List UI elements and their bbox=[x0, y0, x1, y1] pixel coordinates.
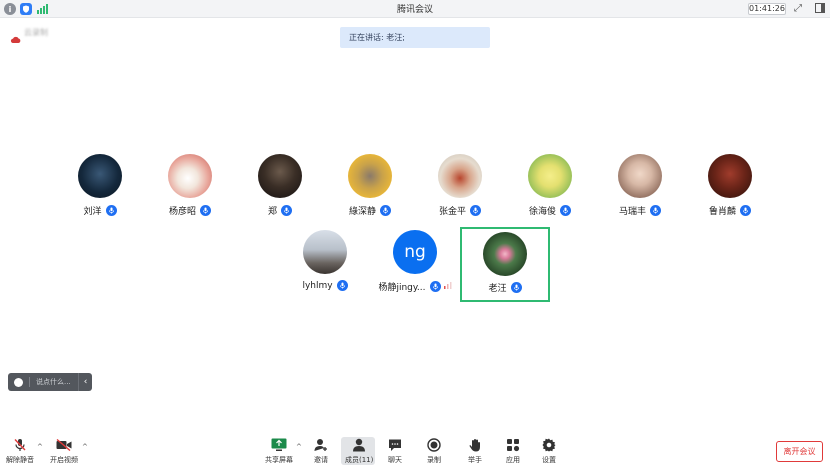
smile-icon[interactable] bbox=[14, 377, 23, 391]
avatar bbox=[348, 154, 392, 198]
volume-indicator-icon bbox=[443, 282, 452, 291]
participant-name: 刘洋 bbox=[83, 207, 102, 217]
participant-name: 杨静jingy... bbox=[378, 283, 426, 293]
participant-name: 杨彦昭 bbox=[168, 207, 196, 217]
participant-name: 綠深静 bbox=[348, 207, 376, 217]
record-icon bbox=[426, 437, 442, 453]
meeting-timer: 01:41:26 bbox=[748, 3, 786, 15]
mic-icon[interactable] bbox=[429, 281, 441, 292]
avatar bbox=[168, 154, 212, 198]
invite-button[interactable]: 邀请 bbox=[313, 437, 329, 465]
record-label: 录制 bbox=[427, 456, 441, 464]
settings-button[interactable]: 设置 bbox=[541, 437, 557, 465]
leave-meeting-button[interactable]: 离开会议 bbox=[776, 441, 823, 462]
participant-tile[interactable]: ng 杨静jingy... bbox=[370, 230, 460, 304]
apps-label: 应用 bbox=[506, 456, 520, 464]
avatar bbox=[483, 232, 527, 276]
start-video-label: 开启视频 bbox=[50, 456, 78, 464]
share-screen-icon bbox=[271, 437, 287, 453]
mic-muted-icon bbox=[12, 437, 28, 453]
participant-tile[interactable]: 杨彦昭 bbox=[145, 154, 235, 228]
mic-icon[interactable] bbox=[336, 280, 348, 291]
avatar bbox=[618, 154, 662, 198]
participant-tile[interactable]: 张金平 bbox=[415, 154, 505, 228]
apps-button[interactable]: 应用 bbox=[505, 437, 521, 465]
unmute-label: 解除静音 bbox=[6, 456, 34, 464]
speaking-indicator: 正在讲话: 老汪; bbox=[340, 27, 490, 48]
avatar bbox=[303, 230, 347, 274]
avatar bbox=[438, 154, 482, 198]
share-screen-label: 共享屏幕 bbox=[265, 456, 293, 464]
participant-name: 徐海俊 bbox=[528, 207, 556, 217]
avatar bbox=[708, 154, 752, 198]
participant-name: 郑 bbox=[267, 207, 277, 217]
divider bbox=[29, 377, 30, 387]
unmute-button[interactable]: 解除静音 bbox=[6, 437, 34, 465]
mic-icon[interactable] bbox=[650, 205, 661, 216]
video-off-icon bbox=[56, 437, 72, 453]
participant-tile[interactable]: 綠深静 bbox=[325, 154, 415, 228]
sidebar-toggle-icon[interactable] bbox=[814, 3, 826, 15]
avatar bbox=[258, 154, 302, 198]
record-button[interactable]: 录制 bbox=[426, 437, 442, 465]
participant-name: 老汪 bbox=[488, 284, 507, 294]
participant-tile[interactable]: lyhlmy bbox=[280, 230, 370, 304]
chat-label: 聊天 bbox=[388, 456, 402, 464]
recording-badge: 云录制 bbox=[10, 27, 48, 43]
raise-hand-icon bbox=[467, 437, 483, 453]
avatar bbox=[78, 154, 122, 198]
chat-icon bbox=[387, 437, 403, 453]
participant-tile[interactable]: 鲁肖麟 bbox=[685, 154, 775, 228]
participant-name: 鲁肖麟 bbox=[708, 207, 736, 217]
mic-icon[interactable] bbox=[105, 205, 117, 216]
avatar bbox=[528, 154, 572, 198]
recording-label: 云录制 bbox=[24, 28, 48, 37]
members-icon bbox=[351, 437, 367, 453]
mic-icon[interactable] bbox=[281, 205, 292, 216]
chat-input-placeholder[interactable]: 说点什么... bbox=[36, 377, 78, 387]
chevron-up-icon[interactable]: ^ bbox=[37, 443, 43, 451]
chevron-up-icon[interactable]: ^ bbox=[82, 443, 88, 451]
invite-label: 邀请 bbox=[314, 456, 328, 464]
chevron-left-icon[interactable]: ‹ bbox=[78, 373, 92, 391]
settings-icon bbox=[541, 437, 557, 453]
raise-hand-label: 举手 bbox=[468, 456, 482, 464]
settings-label: 设置 bbox=[542, 456, 556, 464]
share-screen-button[interactable]: 共享屏幕 bbox=[265, 437, 293, 465]
window-title: 腾讯会议 bbox=[396, 5, 433, 15]
avatar: ng bbox=[393, 230, 437, 274]
mic-icon[interactable] bbox=[510, 282, 522, 293]
start-video-button[interactable]: 开启视频 bbox=[50, 437, 78, 465]
chevron-up-icon[interactable]: ^ bbox=[296, 443, 302, 451]
mic-icon[interactable] bbox=[560, 205, 571, 216]
members-button[interactable]: 成员(11) bbox=[345, 437, 373, 465]
invite-icon bbox=[313, 437, 329, 453]
participant-name: 张金平 bbox=[438, 207, 466, 217]
participant-tile[interactable]: 马瑞丰 bbox=[595, 154, 685, 228]
participant-tile[interactable]: 郑 bbox=[235, 154, 325, 228]
mic-icon[interactable] bbox=[740, 205, 751, 216]
title-bar: i 腾讯会议 01:41:26 ⤢ bbox=[0, 0, 830, 18]
chat-quick-input[interactable]: 说点什么... ‹ bbox=[8, 373, 92, 391]
participant-tile[interactable]: 刘洋 bbox=[55, 154, 145, 228]
chat-button[interactable]: 聊天 bbox=[387, 437, 403, 465]
participant-name: lyhlmy bbox=[302, 280, 333, 291]
mic-icon[interactable] bbox=[380, 205, 391, 216]
cloud-record-icon bbox=[10, 29, 21, 43]
members-label: 成员(11) bbox=[345, 456, 374, 464]
apps-icon bbox=[505, 437, 521, 453]
raise-hand-button[interactable]: 举手 bbox=[467, 437, 483, 465]
participant-tile[interactable]: 徐海俊 bbox=[505, 154, 595, 228]
participant-tile-active-speaker[interactable]: 老汪 bbox=[460, 227, 550, 302]
participant-name: 马瑞丰 bbox=[618, 207, 646, 217]
mic-icon[interactable] bbox=[200, 205, 211, 216]
fullscreen-icon[interactable]: ⤢ bbox=[792, 3, 804, 15]
mic-icon[interactable] bbox=[470, 205, 481, 216]
